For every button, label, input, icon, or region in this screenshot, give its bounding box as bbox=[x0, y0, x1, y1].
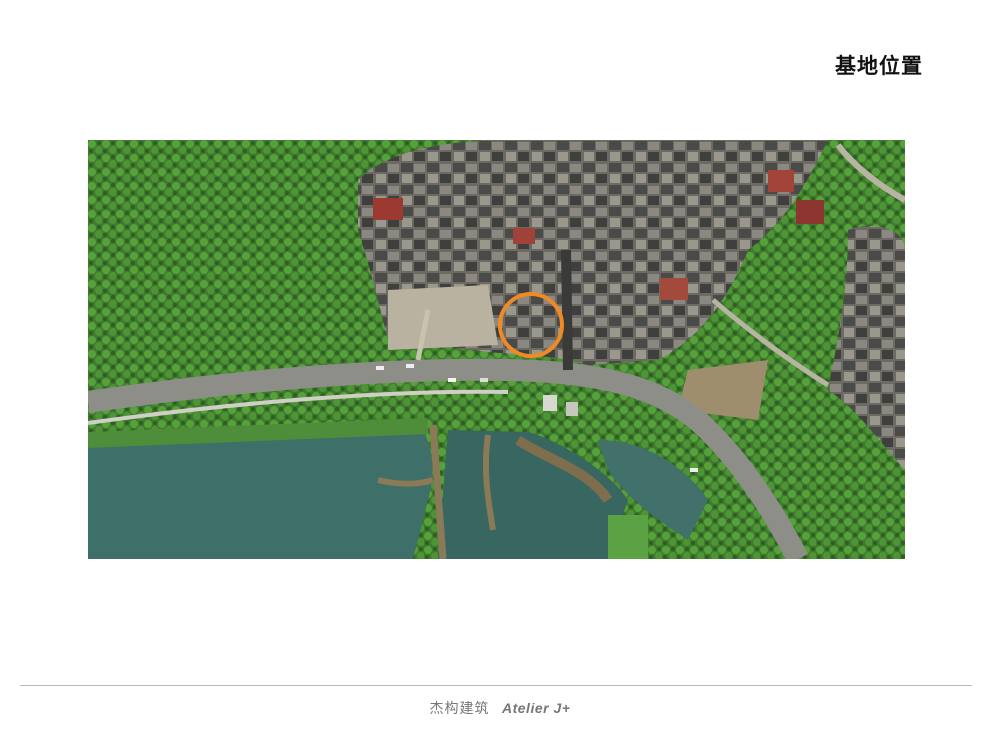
red-roof bbox=[660, 278, 688, 300]
page-title: 基地位置 bbox=[835, 54, 923, 78]
car bbox=[480, 378, 488, 382]
studio-name-en: Atelier J+ bbox=[502, 700, 571, 716]
pier-building bbox=[566, 402, 578, 416]
red-roof bbox=[768, 170, 794, 192]
car bbox=[376, 366, 384, 370]
red-roof bbox=[513, 228, 535, 244]
pier-building bbox=[543, 395, 557, 411]
car bbox=[406, 364, 414, 368]
site-satellite-map bbox=[88, 140, 905, 559]
car bbox=[448, 378, 456, 382]
lane bbox=[561, 249, 573, 371]
footer-divider bbox=[20, 685, 972, 686]
red-roof bbox=[796, 200, 824, 224]
studio-name-cn: 杰构建筑 bbox=[429, 701, 490, 717]
green-field bbox=[608, 515, 648, 559]
footer: 杰构建筑 Atelier J+ bbox=[0, 698, 1000, 718]
car bbox=[690, 468, 698, 472]
bare-site bbox=[388, 285, 498, 350]
red-roof bbox=[373, 198, 403, 220]
